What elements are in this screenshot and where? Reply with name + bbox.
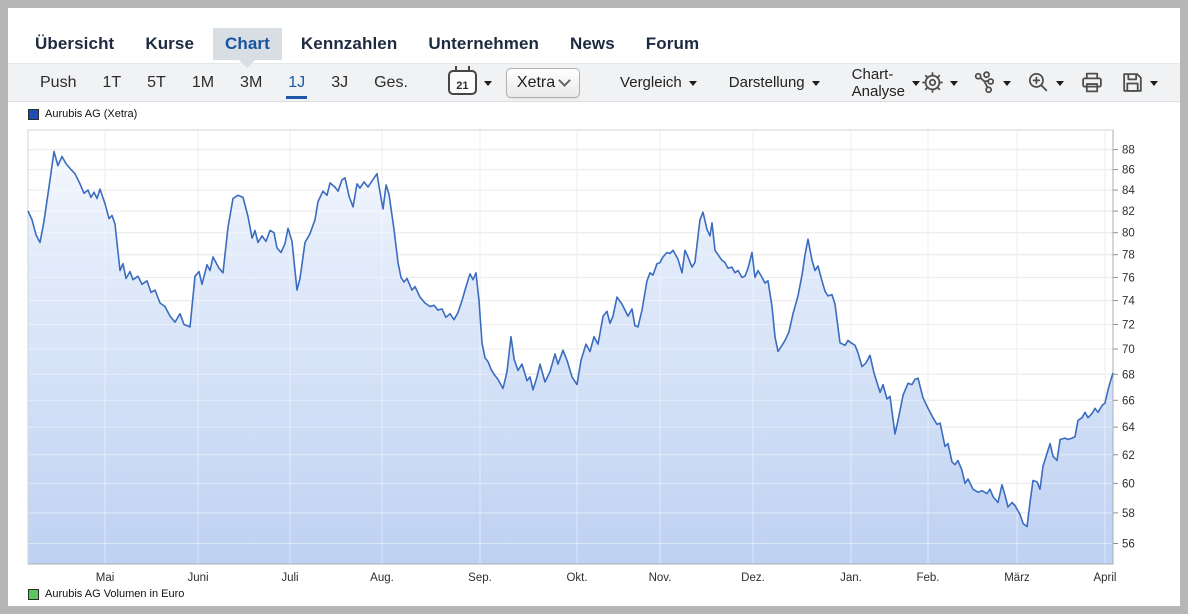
svg-text:Juni: Juni xyxy=(187,572,208,584)
menu-darstellung[interactable]: Darstellung xyxy=(729,74,820,91)
range-ges[interactable]: Ges. xyxy=(364,64,418,101)
svg-text:Mai: Mai xyxy=(96,572,115,584)
date-picker-button[interactable]: 21 xyxy=(448,70,492,95)
menu-chart-analyse-label: Chart-Analyse xyxy=(852,66,905,100)
svg-text:74: 74 xyxy=(1122,296,1135,308)
svg-text:78: 78 xyxy=(1122,250,1135,262)
svg-text:Feb.: Feb. xyxy=(916,572,939,584)
calendar-day-label: 21 xyxy=(456,80,468,92)
chevron-down-icon xyxy=(1003,81,1011,86)
series-legend: Aurubis AG (Xetra) xyxy=(28,108,137,120)
price-area xyxy=(28,152,1113,564)
svg-text:März: März xyxy=(1004,572,1030,584)
chart-toolbar: Push 1T 5T 1M 3M 1J 3J Ges. 21 Xetra Ver… xyxy=(8,63,1180,102)
svg-text:68: 68 xyxy=(1122,369,1135,381)
menu-vergleich[interactable]: Vergleich xyxy=(620,74,697,91)
gear-icon xyxy=(920,70,945,95)
menu-chart-analyse[interactable]: Chart-Analyse xyxy=(852,66,920,100)
svg-text:70: 70 xyxy=(1122,344,1135,356)
svg-text:84: 84 xyxy=(1122,185,1135,197)
chevron-down-icon xyxy=(812,81,820,86)
chevron-down-icon xyxy=(484,81,492,86)
range-push[interactable]: Push xyxy=(30,64,86,101)
menu-darstellung-label: Darstellung xyxy=(729,74,805,91)
tab-unternehmen[interactable]: Unternehmen xyxy=(416,28,551,60)
print-button[interactable] xyxy=(1079,70,1105,95)
settings-button[interactable] xyxy=(920,70,958,95)
svg-text:Sep.: Sep. xyxy=(468,572,492,584)
svg-text:80: 80 xyxy=(1122,228,1135,240)
svg-text:82: 82 xyxy=(1122,206,1135,218)
chevron-down-icon xyxy=(1056,81,1064,86)
network-button[interactable] xyxy=(973,70,1011,95)
chart-menus: Vergleich Darstellung Chart-Analyse xyxy=(620,66,920,100)
range-3j[interactable]: 3J xyxy=(321,64,358,101)
tab-uebersicht[interactable]: Übersicht xyxy=(23,28,126,60)
zoom-in-icon xyxy=(1026,70,1051,95)
chevron-down-icon xyxy=(1150,81,1158,86)
tab-kennzahlen[interactable]: Kennzahlen xyxy=(289,28,409,60)
range-1m[interactable]: 1M xyxy=(182,64,224,101)
toolbar-icon-buttons xyxy=(920,70,1158,95)
svg-text:86: 86 xyxy=(1122,165,1135,177)
save-icon xyxy=(1120,70,1145,95)
range-1j[interactable]: 1J xyxy=(278,64,315,101)
svg-text:Dez.: Dez. xyxy=(741,572,765,584)
save-button[interactable] xyxy=(1120,70,1158,95)
exchange-select-value: Xetra xyxy=(517,74,555,92)
page-tabs: Übersicht Kurse Chart Kennzahlen Unterne… xyxy=(23,28,711,60)
range-3m[interactable]: 3M xyxy=(230,64,272,101)
svg-text:Aug.: Aug. xyxy=(370,572,394,584)
printer-icon xyxy=(1079,70,1105,95)
legend-label-price: Aurubis AG (Xetra) xyxy=(45,108,137,120)
range-1t[interactable]: 1T xyxy=(92,64,131,101)
zoom-button[interactable] xyxy=(1026,70,1064,95)
range-selector: Push 1T 5T 1M 3M 1J 3J Ges. xyxy=(30,64,424,101)
svg-text:76: 76 xyxy=(1122,272,1135,284)
chevron-down-icon xyxy=(689,81,697,86)
svg-text:88: 88 xyxy=(1122,145,1135,157)
svg-text:58: 58 xyxy=(1122,508,1135,520)
exchange-select[interactable]: Xetra xyxy=(506,68,580,98)
svg-text:Juli: Juli xyxy=(281,572,298,584)
chevron-down-icon xyxy=(950,81,958,86)
svg-text:Nov.: Nov. xyxy=(649,572,672,584)
svg-text:Jan.: Jan. xyxy=(840,572,862,584)
svg-text:April: April xyxy=(1093,572,1116,584)
tab-chart[interactable]: Chart xyxy=(213,28,282,60)
range-5t[interactable]: 5T xyxy=(137,64,176,101)
svg-text:64: 64 xyxy=(1122,422,1135,434)
svg-text:72: 72 xyxy=(1122,320,1135,332)
legend-swatch-price xyxy=(28,109,39,120)
legend-swatch-volume xyxy=(28,589,39,600)
svg-text:66: 66 xyxy=(1122,395,1135,407)
volume-legend: Aurubis AG Volumen in Euro xyxy=(28,588,184,600)
chevron-down-icon xyxy=(912,81,920,86)
legend-label-volume: Aurubis AG Volumen in Euro xyxy=(45,588,184,600)
svg-text:Okt.: Okt. xyxy=(566,572,587,584)
tab-kurse[interactable]: Kurse xyxy=(133,28,206,60)
svg-text:62: 62 xyxy=(1122,450,1135,462)
network-icon xyxy=(973,70,998,95)
chevron-down-icon xyxy=(558,74,571,87)
svg-text:60: 60 xyxy=(1122,478,1135,490)
menu-vergleich-label: Vergleich xyxy=(620,74,682,91)
tab-forum[interactable]: Forum xyxy=(634,28,711,60)
svg-text:56: 56 xyxy=(1122,539,1135,551)
calendar-icon: 21 xyxy=(448,70,477,95)
tab-news[interactable]: News xyxy=(558,28,627,60)
